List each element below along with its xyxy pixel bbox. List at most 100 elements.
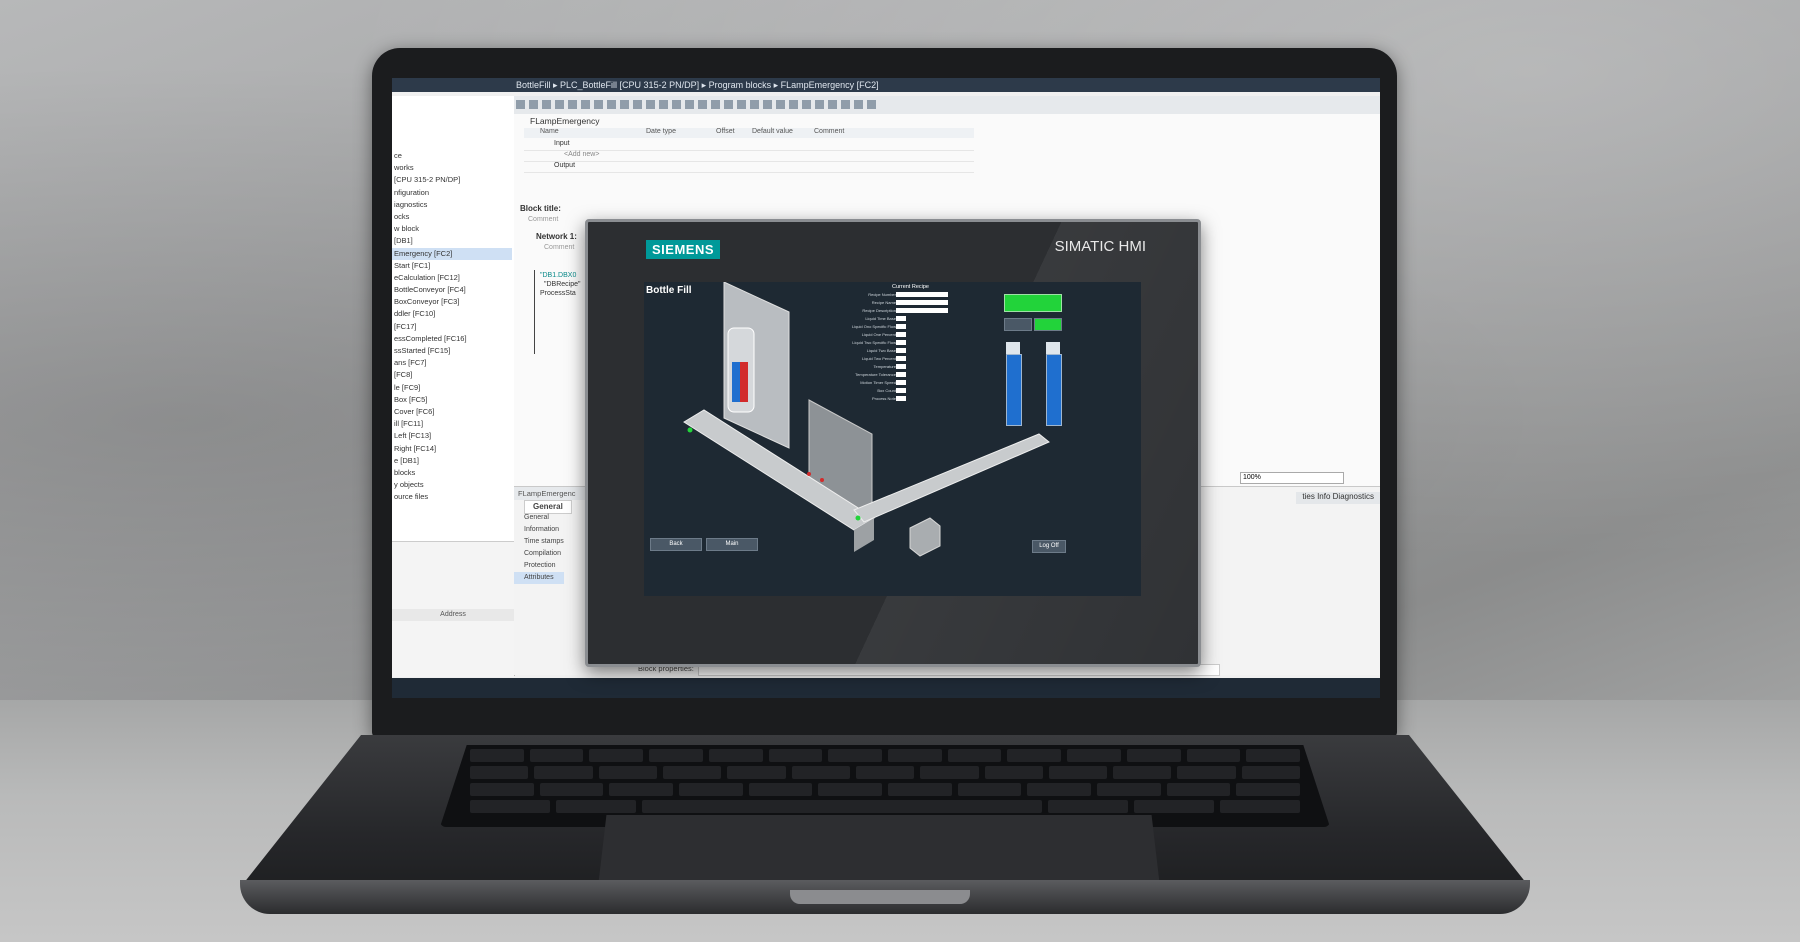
tree-item[interactable]: BottleConveyor [FC4] xyxy=(392,284,512,296)
tree-item[interactable]: ddler [FC10] xyxy=(392,308,512,320)
zoom-select[interactable]: 100% xyxy=(1240,472,1344,484)
ladder-tag-3: ProcessSta xyxy=(540,290,576,297)
tree-item[interactable]: essCompleted [FC16] xyxy=(392,333,512,345)
tree-item[interactable]: ce xyxy=(392,150,512,162)
taskbar xyxy=(392,678,1380,698)
status-indicator[interactable] xyxy=(1004,294,1062,312)
back-button[interactable]: Back xyxy=(650,538,702,551)
main-button[interactable]: Main xyxy=(706,538,758,551)
toolbar-icon[interactable] xyxy=(685,100,694,109)
prop-attributes[interactable]: Attributes xyxy=(514,572,564,584)
laptop-notch xyxy=(790,890,970,904)
iface-row-add[interactable]: <Add new> xyxy=(524,151,974,162)
breadcrumb[interactable]: BottleFill ▸ PLC_BottleFill [CPU 315-2 P… xyxy=(516,78,879,92)
toolbar-icon[interactable] xyxy=(659,100,668,109)
col-default: Default value xyxy=(752,128,793,135)
properties-title: FLampEmergenc xyxy=(514,487,592,500)
iface-row-input[interactable]: Input xyxy=(524,140,974,151)
col-name: Name xyxy=(540,128,559,135)
col-offset: Offset xyxy=(716,128,735,135)
tree-item[interactable]: ource files xyxy=(392,491,512,503)
tree-item[interactable]: w block xyxy=(392,223,512,235)
tree-item[interactable]: iagnostics xyxy=(392,199,512,211)
interface-header: Name Date type Offset Default value Comm… xyxy=(524,128,974,138)
toolbar-icon[interactable] xyxy=(555,100,564,109)
toolbar-icon[interactable] xyxy=(620,100,629,109)
col-datatype: Date type xyxy=(646,128,676,135)
tree-item[interactable]: works xyxy=(392,162,512,174)
trackpad xyxy=(598,815,1160,887)
toolbar-icon[interactable] xyxy=(841,100,850,109)
tree-item[interactable]: ssStarted [FC15] xyxy=(392,345,512,357)
toolbar-icon[interactable] xyxy=(568,100,577,109)
tree-item[interactable]: e [DB1] xyxy=(392,455,512,467)
mode-button-2[interactable] xyxy=(1034,318,1062,331)
tree-item[interactable]: [FC8] xyxy=(392,369,512,381)
tree-item[interactable]: eCalculation [FC12] xyxy=(392,272,512,284)
tree-item[interactable]: ocks xyxy=(392,211,512,223)
toolbar-icon[interactable] xyxy=(737,100,746,109)
toolbar-icon[interactable] xyxy=(672,100,681,109)
project-tree[interactable]: ce works [CPU 315-2 PN/DP] nfiguration iagno… xyxy=(392,96,515,677)
iface-row-output[interactable]: Output xyxy=(524,162,974,173)
toolbar-icon[interactable] xyxy=(711,100,720,109)
tree-item[interactable]: [FC17] xyxy=(392,321,512,333)
tree-item[interactable]: y objects xyxy=(392,479,512,491)
toolbar-icon[interactable] xyxy=(633,100,642,109)
tree-item[interactable]: [DB1] xyxy=(392,235,512,247)
mode-button-1[interactable] xyxy=(1004,318,1032,331)
keyboard xyxy=(440,745,1330,827)
address-column-header: Address xyxy=(392,609,514,621)
tree-item[interactable]: Box [FC5] xyxy=(392,394,512,406)
toolbar-icon[interactable] xyxy=(763,100,772,109)
tree-item[interactable]: blocks xyxy=(392,467,512,479)
network-comment[interactable]: Comment xyxy=(544,244,574,251)
block-title-label: Block title: xyxy=(520,204,561,213)
tree-item[interactable]: le [FC9] xyxy=(392,382,512,394)
toolbar-icon[interactable] xyxy=(854,100,863,109)
network-label: Network 1: xyxy=(536,232,577,241)
toolbar-icon[interactable] xyxy=(828,100,837,109)
ladder-tag-2: "DBRecipe" xyxy=(544,281,581,288)
toolbar-icon[interactable] xyxy=(750,100,759,109)
toolbar-icon[interactable] xyxy=(776,100,785,109)
tree-item[interactable]: ill [FC11] xyxy=(392,418,512,430)
log-off-button[interactable]: Log Off xyxy=(1032,540,1066,553)
tree-item[interactable]: ans [FC7] xyxy=(392,357,512,369)
inspector-tabs[interactable]: ties Info Diagnostics xyxy=(1296,492,1380,504)
block-comment[interactable]: Comment xyxy=(528,216,558,223)
project-tree-list[interactable]: ce works [CPU 315-2 PN/DP] nfiguration iagno… xyxy=(392,150,512,503)
tree-item[interactable]: Cover [FC6] xyxy=(392,406,512,418)
tree-item[interactable]: Left [FC13] xyxy=(392,430,512,442)
toolbar-icon[interactable] xyxy=(646,100,655,109)
toolbar-icon[interactable] xyxy=(594,100,603,109)
gauge-left xyxy=(1006,354,1022,426)
tree-item[interactable]: Start [FC1] xyxy=(392,260,512,272)
toolbar-icon[interactable] xyxy=(542,100,551,109)
simatic-hmi-label: SIMATIC HMI xyxy=(1054,238,1146,255)
toolbar-icon[interactable] xyxy=(698,100,707,109)
title-bar: BottleFill ▸ PLC_BottleFill [CPU 315-2 P… xyxy=(392,78,1380,92)
tree-item[interactable]: Emergency [FC2] xyxy=(392,247,512,260)
tree-item[interactable]: Right [FC14] xyxy=(392,443,512,455)
toolbar-icon[interactable] xyxy=(607,100,616,109)
toolbar-icon[interactable] xyxy=(867,100,876,109)
tree-item[interactable]: nfiguration xyxy=(392,187,512,199)
toolbar-icon[interactable] xyxy=(529,100,538,109)
siemens-logo: SIEMENS xyxy=(646,240,721,259)
toolbar-icon[interactable] xyxy=(724,100,733,109)
toolbar-icon[interactable] xyxy=(802,100,811,109)
block-name: FLampEmergency xyxy=(530,116,600,126)
toolbar-icon[interactable] xyxy=(516,100,525,109)
tree-item[interactable]: [CPU 315-2 PN/DP] xyxy=(392,174,512,186)
gauge-right-readout xyxy=(1046,342,1060,354)
hmi-screen[interactable]: Bottle Fill Current Recipe Recipe Number… xyxy=(644,282,1141,596)
toolbar-icon[interactable] xyxy=(789,100,798,109)
toolbar-icon[interactable] xyxy=(815,100,824,109)
toolbar-icon[interactable] xyxy=(581,100,590,109)
tree-item[interactable]: BoxConveyor [FC3] xyxy=(392,296,512,308)
gauge-right xyxy=(1046,354,1062,426)
hmi-panel: SIEMENS SIMATIC HMI Bottle Fill Current … xyxy=(585,219,1201,667)
editor-toolbar xyxy=(514,96,1380,114)
col-comment: Comment xyxy=(814,128,845,135)
